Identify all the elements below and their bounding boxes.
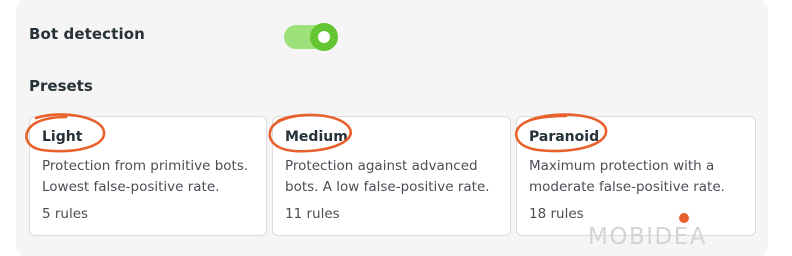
preset-description: Protection from primitive bots. Lowest f… [42, 158, 249, 195]
preset-rules-count: 18 rules [529, 206, 584, 222]
preset-name: Light [42, 129, 83, 145]
bot-detection-label: Bot detection [29, 25, 145, 43]
toggle-knob [310, 23, 338, 51]
preset-rules-count: 11 rules [285, 206, 340, 222]
preset-card-paranoid[interactable]: Paranoid Maximum protection with a moder… [516, 116, 756, 236]
preset-name: Paranoid [529, 129, 600, 145]
bot-detection-toggle[interactable] [284, 23, 338, 51]
preset-card-medium[interactable]: Medium Protection against advanced bots.… [272, 116, 511, 236]
preset-description: Maximum protection with a moderate false… [529, 158, 725, 195]
watermark-logo: MOBIDEA [588, 224, 707, 250]
preset-description: Protection against advanced bots. A low … [285, 158, 490, 195]
preset-name: Medium [285, 129, 348, 145]
preset-card-light[interactable]: Light Protection from primitive bots. Lo… [29, 116, 267, 236]
annotation-dot [679, 213, 689, 223]
presets-title: Presets [29, 77, 93, 95]
preset-rules-count: 5 rules [42, 206, 89, 222]
